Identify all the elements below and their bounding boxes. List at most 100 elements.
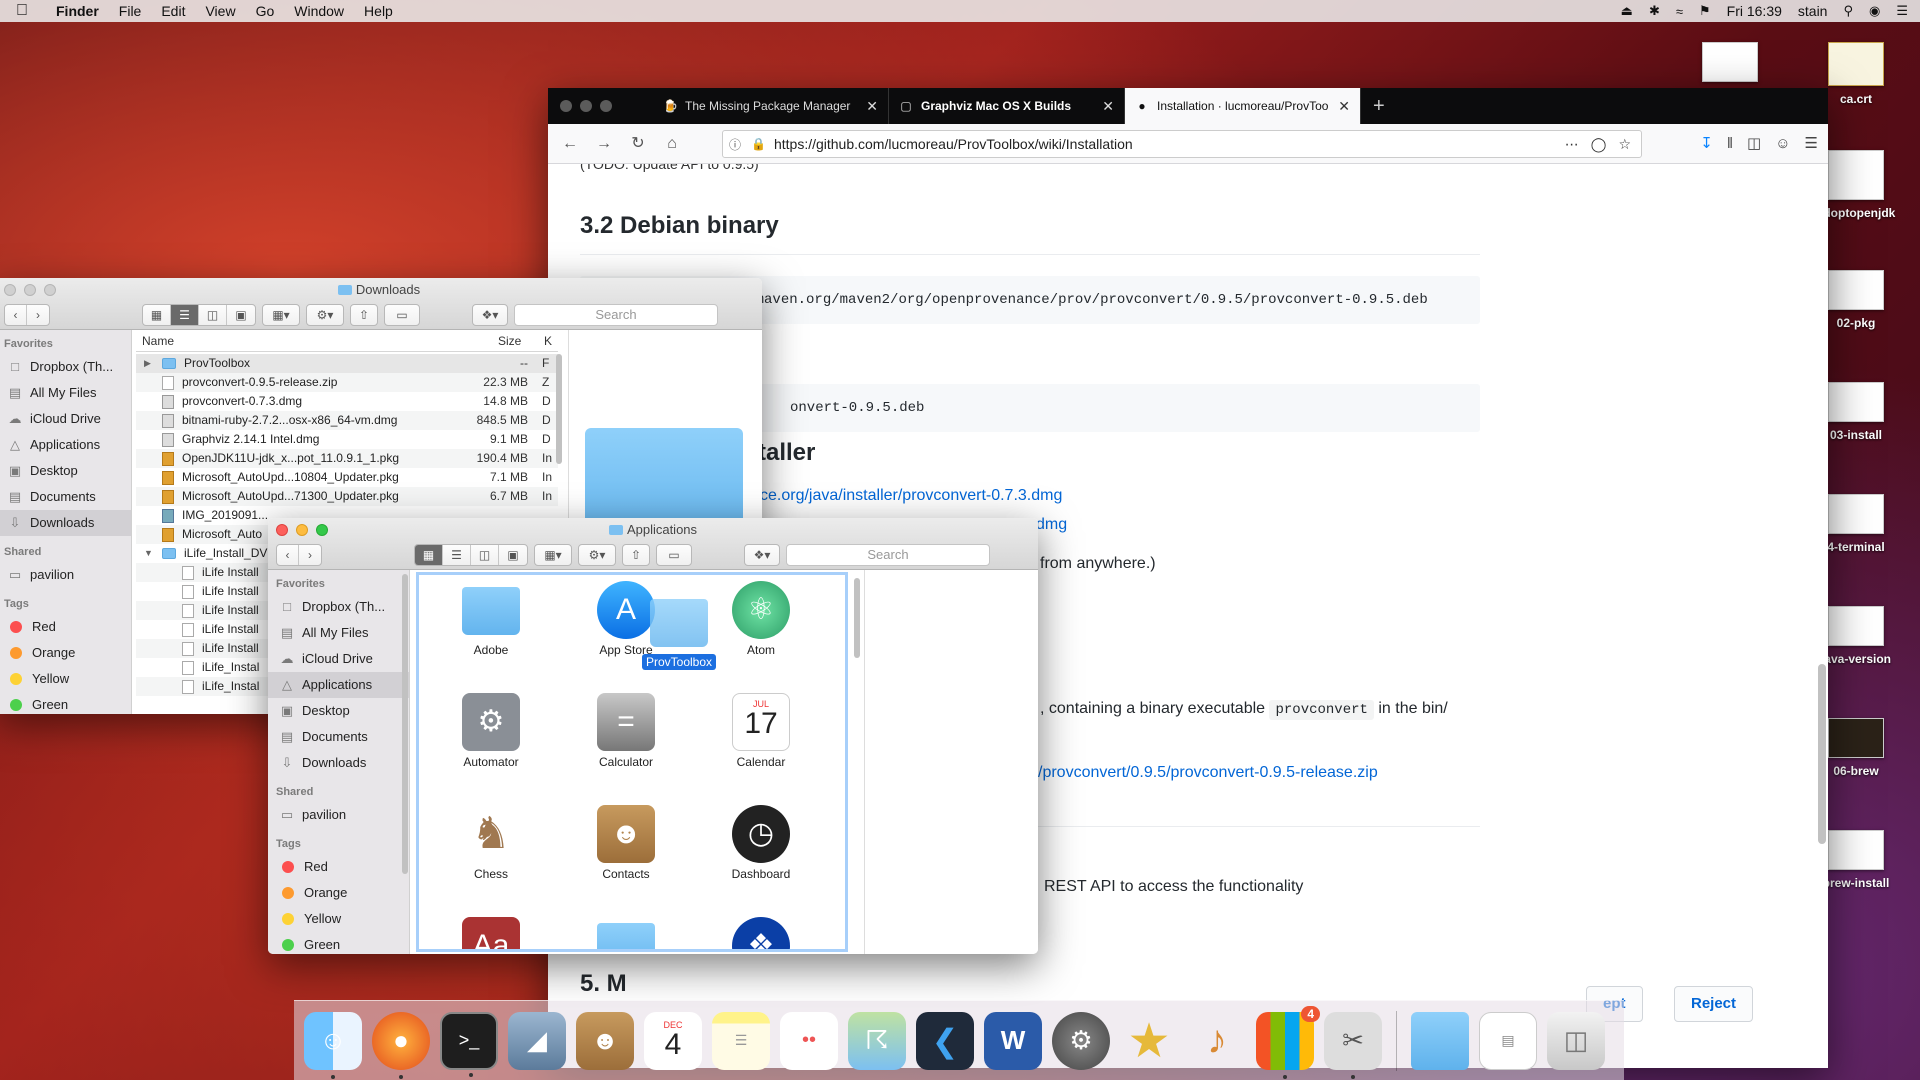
microsoft-autoupdate-icon[interactable]: 4 — [1256, 1005, 1320, 1079]
maps-icon[interactable]: ☈ — [848, 1011, 906, 1070]
sidebar-tag-yellow[interactable]: Yellow — [268, 906, 409, 932]
column-view-icon[interactable]: ◫ — [199, 305, 227, 325]
contacts-icon[interactable]: ☻ — [576, 1011, 634, 1070]
list-row[interactable]: OpenJDK11U-jdk_x...pot_11.0.9.1_1.pkg 190… — [136, 449, 558, 468]
sidebar-item-pavilion[interactable]: ▭ pavilion — [0, 562, 131, 588]
sidebar-tag-orange[interactable]: Orange — [268, 880, 409, 906]
page-actions-icon[interactable]: ⋯ — [1565, 136, 1579, 153]
column-view-icon[interactable]: ◫ — [471, 545, 499, 565]
app-item-dropbox[interactable]: ❖ — [701, 917, 821, 949]
sidebar-item-pavilion[interactable]: ▭ pavilion — [268, 802, 409, 828]
sidebar-item-icloud[interactable]: ☁ iCloud Drive — [0, 406, 131, 432]
sidebar-item-documents[interactable]: ▤ Documents — [268, 724, 409, 750]
account-icon[interactable]: ☺ — [1775, 130, 1790, 158]
apple-menu-icon[interactable]:  — [16, 0, 38, 22]
bluetooth-icon[interactable]: ✱ — [1649, 3, 1660, 19]
close-tab-icon[interactable]: ✕ — [1338, 98, 1350, 115]
user-name[interactable]: stain — [1798, 3, 1828, 19]
menu-help[interactable]: Help — [364, 3, 393, 19]
menu-window[interactable]: Window — [294, 3, 344, 19]
list-scrollbar[interactable] — [556, 354, 562, 464]
list-row[interactable]: provconvert-0.9.5-release.zip 22.3 MB Z — [136, 373, 558, 392]
grab-icon[interactable]: ✂ — [1324, 1011, 1382, 1079]
page-scrollbar[interactable] — [1818, 664, 1826, 844]
clock[interactable]: Fri 16:39 — [1727, 3, 1782, 19]
sidebar-icon[interactable]: ◫ — [1747, 130, 1761, 158]
sidebar-item-downloads[interactable]: ⇩ Downloads — [268, 750, 409, 776]
list-row[interactable]: provconvert-0.7.3.dmg 14.8 MB D — [136, 392, 558, 411]
home-icon[interactable]: ⌂ — [658, 130, 686, 158]
system-preferences-icon[interactable]: ⚙ — [1052, 1011, 1110, 1070]
arrange-icon[interactable]: ▦▾ — [262, 304, 300, 326]
sidebar-tag-orange[interactable]: Orange — [0, 640, 131, 666]
zoom-window-button[interactable] — [600, 100, 612, 112]
tab-graphviz[interactable]: ▢ Graphviz Mac OS X Builds ✕ — [889, 88, 1125, 124]
notification-center-icon[interactable]: ☰ — [1896, 3, 1908, 19]
app-item-contacts[interactable]: ☻ Contacts — [566, 805, 686, 881]
sidebar-item-dropbox[interactable]: □ Dropbox (Th... — [268, 594, 409, 620]
reject-button[interactable]: Reject — [1674, 986, 1754, 1022]
icon-view-icon[interactable]: ▦ — [415, 545, 443, 565]
documents-stack-icon[interactable]: ▤ — [1479, 1011, 1537, 1070]
list-row[interactable]: ▶ ProvToolbox -- F — [136, 354, 558, 373]
menu-file[interactable]: File — [119, 3, 142, 19]
sidebar-item-applications[interactable]: △ Applications — [0, 432, 131, 458]
flag-icon[interactable]: ⚑ — [1699, 3, 1711, 19]
search-input[interactable]: Search — [786, 544, 990, 566]
tab-installation[interactable]: ● Installation · lucmoreau/ProvToo ✕ — [1125, 88, 1361, 124]
garageband-icon[interactable]: ♪ — [1188, 1012, 1246, 1070]
menu-edit[interactable]: Edit — [161, 3, 185, 19]
new-tab-icon[interactable]: + — [1373, 88, 1385, 124]
eject-icon[interactable]: ⏏ — [1621, 3, 1633, 19]
disclosure-triangle-icon[interactable]: ▶ — [144, 354, 151, 373]
app-item-calculator[interactable]: = Calculator — [566, 693, 686, 769]
forward-icon[interactable]: → — [590, 130, 618, 158]
forward-icon[interactable]: › — [299, 545, 321, 565]
list-view-icon[interactable]: ☰ — [443, 545, 471, 565]
downloads-stack-icon[interactable] — [1411, 1011, 1469, 1070]
reminders-icon[interactable]: •• — [780, 1011, 838, 1070]
sidebar-item-applications[interactable]: △ Applications — [268, 672, 409, 698]
back-icon[interactable]: ‹ — [277, 545, 299, 565]
list-row[interactable]: Microsoft_AutoUpd...71300_Updater.pkg 6.7… — [136, 487, 558, 506]
app-item-folder[interactable] — [566, 917, 686, 949]
share-icon[interactable]: ⇧ — [350, 304, 378, 326]
link-release-zip[interactable]: /provconvert/0.9.5/provconvert-0.9.5-rel… — [1038, 764, 1378, 782]
close-tab-icon[interactable]: ✕ — [866, 98, 878, 115]
pocket-icon[interactable]: ◯ — [1591, 136, 1607, 153]
share-icon[interactable]: ⇧ — [622, 544, 650, 566]
search-input[interactable]: Search — [514, 304, 718, 326]
lock-icon[interactable]: 🔒 — [751, 137, 766, 151]
app-item-dictionary[interactable]: Aa — [431, 917, 551, 949]
desktop-screenshot-thumb[interactable] — [1682, 42, 1778, 88]
cover-flow-icon[interactable]: ▣ — [227, 305, 255, 325]
url-text[interactable]: https://github.com/lucmoreau/ProvToolbox… — [774, 136, 1565, 152]
list-row[interactable]: bitnami-ruby-2.7.2...osx-x86_64-vm.dmg 84… — [136, 411, 558, 430]
sidebar-item-dropbox[interactable]: □ Dropbox (Th... — [0, 354, 131, 380]
imovie-icon[interactable]: ★ — [1120, 1012, 1178, 1070]
library-icon[interactable]: ‖ — [1727, 130, 1733, 158]
column-name-header[interactable]: Name — [142, 334, 174, 348]
terminal-icon[interactable]: >_ — [440, 1011, 498, 1077]
list-row[interactable]: Graphviz 2.14.1 Intel.dmg 9.1 MB D — [136, 430, 558, 449]
calendar-icon[interactable]: DEC 4 — [644, 1011, 702, 1070]
reload-icon[interactable]: ↻ — [624, 130, 652, 158]
url-bar[interactable]: ⓘ 🔒 https://github.com/lucmoreau/ProvToo… — [722, 130, 1642, 158]
link-dmg[interactable]: dmg — [1036, 516, 1067, 534]
sidebar-item-all-my-files[interactable]: ▤ All My Files — [0, 380, 131, 406]
app-item-adobe[interactable]: Adobe — [431, 581, 551, 657]
notes-icon[interactable]: ☰ — [712, 1011, 770, 1070]
bookmark-star-icon[interactable]: ☆ — [1618, 136, 1631, 153]
finder-icon[interactable]: ☺ — [304, 1011, 362, 1079]
preview-icon[interactable]: ◢ — [508, 1011, 566, 1070]
tab-homebrew[interactable]: 🍺 The Missing Package Manager ✕ — [653, 88, 889, 124]
minimize-window-button[interactable] — [580, 100, 592, 112]
app-item-atom[interactable]: ⚛ Atom — [701, 581, 821, 657]
app-item-chess[interactable]: ♞ Chess — [431, 805, 551, 881]
grid-scrollbar[interactable] — [854, 578, 860, 658]
sidebar-item-all-my-files[interactable]: ▤ All My Files — [268, 620, 409, 646]
list-row[interactable]: Microsoft_AutoUpd...10804_Updater.pkg 7.1… — [136, 468, 558, 487]
action-gear-icon[interactable]: ⚙▾ — [578, 544, 616, 566]
back-icon[interactable]: ← — [556, 130, 584, 158]
close-window-button[interactable] — [560, 100, 572, 112]
